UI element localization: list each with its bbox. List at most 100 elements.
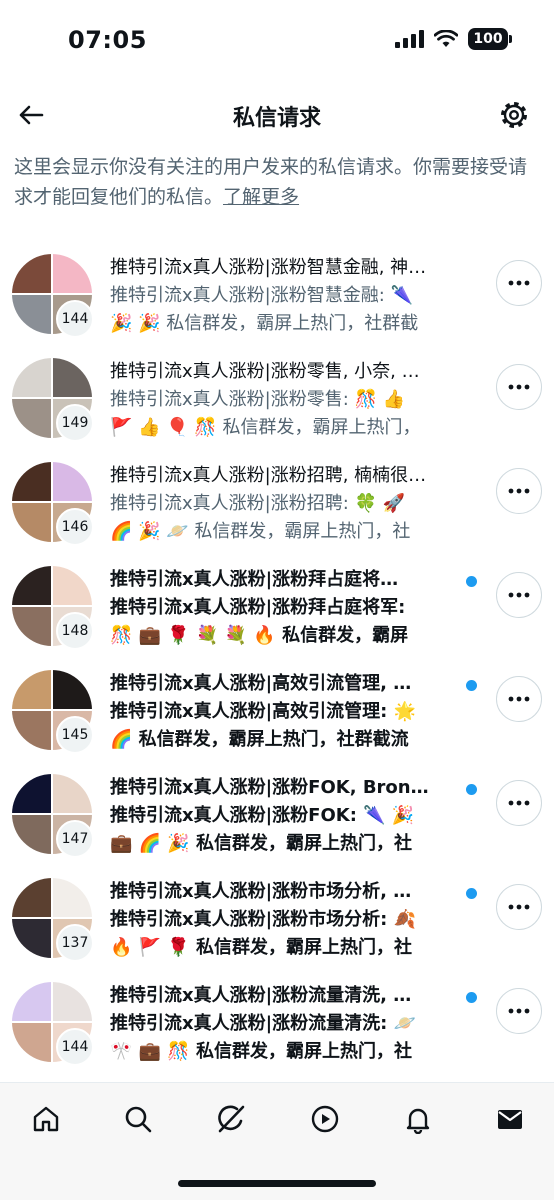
conversation-name: 推特引流x真人涨粉|涨粉FOK, Bron…	[110, 777, 429, 798]
more-horizontal-icon	[508, 1008, 530, 1014]
conversation-name: 推特引流x真人涨粉|涨粉智慧金融, 神…	[110, 257, 427, 278]
avatar-tile	[12, 774, 51, 813]
message-preview-continued: 🔥 🚩 🌹 私信群发，霸屏上热门，社	[110, 937, 413, 958]
message-preview-continued: 🎊 💼 🌹 💐 💐 🔥 私信群发，霸屏	[110, 625, 409, 646]
avatar-tile	[12, 815, 51, 854]
request-preview: 推特引流x真人涨粉|涨粉拜占庭将… 推特引流x真人涨粉|涨粉拜占庭将军: 🎊 💼…	[110, 566, 480, 650]
avatar-tile	[53, 774, 92, 813]
unread-dot	[466, 888, 477, 899]
more-horizontal-icon	[508, 592, 530, 598]
nav-notifications[interactable]	[398, 1099, 438, 1139]
battery-icon: 100	[468, 28, 512, 50]
wifi-icon	[434, 30, 458, 47]
avatar-tile	[12, 566, 51, 605]
avatar-tile	[53, 878, 92, 917]
more-horizontal-icon	[508, 800, 530, 806]
more-options-button[interactable]	[496, 572, 542, 618]
more-options-button[interactable]	[496, 884, 542, 930]
avatar-tile	[53, 670, 92, 709]
request-preview: 推特引流x真人涨粉|涨粉零售, 小奈, … 推特引流x真人涨粉|涨粉零售: 🎊 …	[110, 358, 480, 442]
more-horizontal-icon	[508, 696, 530, 702]
avatar-tile	[53, 566, 92, 605]
avatar-tile	[12, 503, 51, 542]
message-preview-continued: 🎌 💼 🎊 私信群发，霸屏上热门，社	[110, 1041, 413, 1062]
status-time: 07:05	[68, 26, 147, 54]
message-preview-continued: 💼 🌈 🎉 私信群发，霸屏上热门，社	[110, 833, 413, 854]
avatar-tile	[12, 295, 51, 334]
member-count-badge: 137	[56, 924, 94, 962]
message-preview-continued: 🌈 私信群发，霸屏上热门，社群截流	[110, 729, 409, 750]
grok-icon	[218, 1105, 245, 1133]
conversation-name: 推特引流x真人涨粉|涨粉招聘, 楠楠很…	[110, 465, 427, 486]
play-icon	[311, 1105, 339, 1133]
avatar-tile	[12, 670, 51, 709]
home-indicator	[178, 1180, 376, 1187]
status-bar: 07:05 100	[0, 0, 554, 84]
message-preview-continued: 🎉 🎉 私信群发，霸屏上热门，社群截	[110, 313, 419, 334]
message-preview: 推特引流x真人涨粉|涨粉拜占庭将军:	[110, 597, 406, 618]
message-request-row[interactable]: 144 推特引流x真人涨粉|涨粉流量清洗, … 推特引流x真人涨粉|涨粉流量清洗…	[0, 966, 554, 1070]
learn-more-link[interactable]: 了解更多	[223, 186, 299, 208]
message-request-row[interactable]: 148 推特引流x真人涨粉|涨粉拜占庭将… 推特引流x真人涨粉|涨粉拜占庭将军:…	[0, 550, 554, 654]
member-count-badge: 149	[56, 404, 94, 442]
request-preview: 推特引流x真人涨粉|涨粉市场分析, … 推特引流x真人涨粉|涨粉市场分析: 🍂 …	[110, 878, 480, 962]
more-options-button[interactable]	[496, 676, 542, 722]
conversation-name: 推特引流x真人涨粉|高效引流管理, …	[110, 673, 412, 694]
avatar-tile	[53, 358, 92, 397]
request-notice: 这里会显示你没有关注的用户发来的私信请求。你需要接受请求才能回复他们的私信。了解…	[14, 152, 544, 212]
unread-dot	[466, 784, 477, 795]
request-preview: 推特引流x真人涨粉|涨粉智慧金融, 神… 推特引流x真人涨粉|涨粉智慧金融: 🌂…	[110, 254, 480, 338]
more-horizontal-icon	[508, 904, 530, 910]
bell-icon	[406, 1108, 430, 1134]
message-request-list: 144 推特引流x真人涨粉|涨粉智慧金融, 神… 推特引流x真人涨粉|涨粉智慧金…	[0, 238, 554, 1070]
more-options-button[interactable]	[496, 780, 542, 826]
message-preview: 推特引流x真人涨粉|涨粉流量清洗: 🪐	[110, 1013, 417, 1034]
avatar-tile	[12, 399, 51, 438]
avatar-tile	[12, 982, 51, 1021]
avatar-tile	[12, 878, 51, 917]
avatar-tile	[12, 711, 51, 750]
message-request-row[interactable]: 144 推特引流x真人涨粉|涨粉智慧金融, 神… 推特引流x真人涨粉|涨粉智慧金…	[0, 238, 554, 342]
message-preview: 推特引流x真人涨粉|涨粉零售: 🎊 👍	[110, 389, 406, 410]
message-request-row[interactable]: 149 推特引流x真人涨粉|涨粉零售, 小奈, … 推特引流x真人涨粉|涨粉零售…	[0, 342, 554, 446]
header: 私信请求	[0, 90, 554, 140]
avatar-tile	[53, 254, 92, 293]
more-horizontal-icon	[508, 384, 530, 390]
nav-home[interactable]	[26, 1099, 66, 1139]
message-request-row[interactable]: 145 推特引流x真人涨粉|高效引流管理, … 推特引流x真人涨粉|高效引流管理…	[0, 654, 554, 758]
message-preview-continued: 🚩 👍 🎈 🎊 私信群发，霸屏上热门，	[110, 417, 421, 438]
more-options-button[interactable]	[496, 364, 542, 410]
settings-button[interactable]	[496, 97, 532, 133]
avatar-tile	[53, 462, 92, 501]
message-preview-continued: 🌈 🎉 🪐 私信群发，霸屏上热门，社	[110, 521, 411, 542]
avatar-tile	[12, 254, 51, 293]
more-options-button[interactable]	[496, 260, 542, 306]
message-request-row[interactable]: 137 推特引流x真人涨粉|涨粉市场分析, … 推特引流x真人涨粉|涨粉市场分析…	[0, 862, 554, 966]
message-preview: 推特引流x真人涨粉|涨粉市场分析: 🍂	[110, 909, 417, 930]
member-count-badge: 148	[56, 612, 94, 650]
member-count-badge: 144	[56, 300, 94, 338]
conversation-name: 推特引流x真人涨粉|涨粉流量清洗, …	[110, 985, 412, 1006]
nav-video[interactable]	[305, 1099, 345, 1139]
more-horizontal-icon	[508, 280, 530, 286]
message-preview: 推特引流x真人涨粉|涨粉FOK: 🌂 🎉	[110, 805, 415, 826]
more-options-button[interactable]	[496, 988, 542, 1034]
request-preview: 推特引流x真人涨粉|高效引流管理, … 推特引流x真人涨粉|高效引流管理: 🌟 …	[110, 670, 480, 754]
conversation-name: 推特引流x真人涨粉|涨粉市场分析, …	[110, 881, 412, 902]
member-count-badge: 146	[56, 508, 94, 546]
more-options-button[interactable]	[496, 468, 542, 514]
request-preview: 推特引流x真人涨粉|涨粉FOK, Bron… 推特引流x真人涨粉|涨粉FOK: …	[110, 774, 480, 858]
nav-search[interactable]	[118, 1099, 158, 1139]
message-preview: 推特引流x真人涨粉|高效引流管理: 🌟	[110, 701, 417, 722]
nav-grok[interactable]	[211, 1099, 251, 1139]
message-request-row[interactable]: 147 推特引流x真人涨粉|涨粉FOK, Bron… 推特引流x真人涨粉|涨粉F…	[0, 758, 554, 862]
page-title: 私信请求	[232, 106, 321, 131]
avatar-tile	[12, 462, 51, 501]
request-preview: 推特引流x真人涨粉|涨粉流量清洗, … 推特引流x真人涨粉|涨粉流量清洗: 🪐 …	[110, 982, 480, 1066]
message-preview: 推特引流x真人涨粉|涨粉智慧金融: 🌂	[110, 285, 413, 306]
message-request-row[interactable]: 146 推特引流x真人涨粉|涨粉招聘, 楠楠很… 推特引流x真人涨粉|涨粉招聘:…	[0, 446, 554, 550]
avatar-tile	[12, 1023, 51, 1062]
nav-messages[interactable]	[490, 1099, 530, 1139]
avatar-tile	[12, 607, 51, 646]
cellular-signal-icon	[395, 30, 424, 48]
